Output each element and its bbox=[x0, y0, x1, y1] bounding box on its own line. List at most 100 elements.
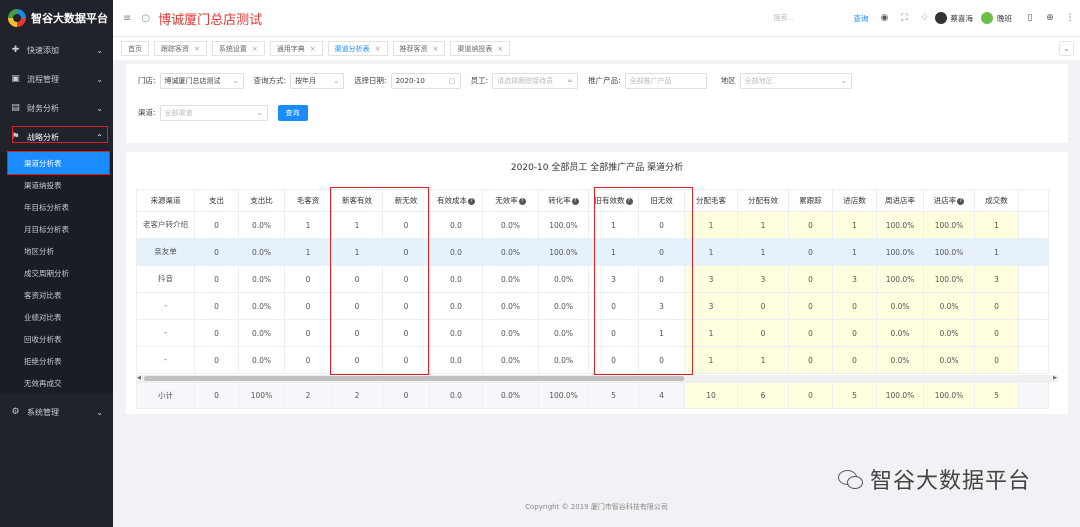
summary-cell: 100% bbox=[238, 382, 285, 409]
scroll-right-icon[interactable]: ▶ bbox=[1053, 375, 1057, 381]
table-cell-overflow bbox=[1018, 211, 1049, 239]
column-header: 支出比 bbox=[238, 189, 285, 212]
scrollbar-thumb[interactable] bbox=[144, 376, 684, 381]
chevron-down-icon[interactable]: ⌄ bbox=[1059, 41, 1074, 56]
sidebar-item-system[interactable]: ⚙ 系统管理 ⌄ bbox=[0, 398, 113, 427]
help-icon[interactable]: ? bbox=[957, 197, 965, 205]
summary-cell: 5 bbox=[588, 382, 639, 409]
summary-cell: 0 bbox=[382, 382, 430, 409]
sidebar-item-finance[interactable]: ▤ 财务分析 ⌄ bbox=[0, 94, 113, 123]
search-button[interactable]: 查询 bbox=[854, 13, 869, 24]
close-icon[interactable]: × bbox=[194, 45, 200, 53]
location-icon[interactable]: ◉ bbox=[875, 13, 895, 23]
table-row[interactable]: -0 0.0% 0 0 0 0.0 0.0% 0.0% 0 3 3 0 0 0 0.0% 0.0% 0 bbox=[136, 292, 1049, 320]
shift-avatar bbox=[981, 12, 993, 24]
sidebar-subitem[interactable]: 渠道纳投表 bbox=[0, 174, 113, 196]
mode-select[interactable]: 按年月 ⌄ bbox=[290, 72, 345, 89]
table-row[interactable]: 亲友单 0 0.0% 1 1 0 0.0 0.0% 100.0% 1 0 1 1 0 1 100.0% 100.… bbox=[136, 238, 1049, 266]
sidebar-subitem[interactable]: 月目标分析表 bbox=[0, 218, 113, 240]
table-cell: - bbox=[136, 346, 195, 374]
globe-icon[interactable]: ⊕ bbox=[1040, 13, 1060, 23]
fullscreen-icon[interactable]: ⛶ bbox=[895, 13, 915, 23]
table-cell-overflow bbox=[1018, 319, 1049, 347]
close-icon[interactable]: × bbox=[433, 45, 439, 53]
table-cell: 1 bbox=[832, 211, 877, 239]
avatar[interactable] bbox=[934, 12, 947, 24]
table-cell: 100.0% bbox=[923, 238, 975, 266]
table-cell: 抖音 bbox=[136, 265, 195, 293]
sidebar-subitem[interactable]: 地区分析 bbox=[0, 240, 113, 262]
close-icon[interactable]: × bbox=[497, 45, 503, 53]
shift-name[interactable]: 晚班 bbox=[997, 13, 1012, 24]
table-row[interactable]: 老客户转介绍 0 0.0% 1 1 0 0.0 0.0% 100.0% 1 0 1 1 0 1 100.0% 1… bbox=[136, 211, 1049, 239]
table-cell: 0.0% bbox=[538, 319, 589, 347]
table-cell: 100.0% bbox=[538, 238, 589, 266]
close-icon[interactable]: × bbox=[375, 45, 381, 53]
close-icon[interactable]: × bbox=[252, 45, 258, 53]
tab-home[interactable]: 首页 bbox=[121, 41, 149, 56]
bell-icon[interactable]: ♢ bbox=[915, 13, 935, 23]
sidebar-subitem[interactable]: 客资对比表 bbox=[0, 284, 113, 306]
chart-icon: ▤ bbox=[11, 103, 20, 113]
tab-tracking[interactable]: 跟踪客资 × bbox=[154, 41, 207, 56]
table-row[interactable]: -0 0.0% 0 0 0 0.0 0.0% 0.0% 0 0 1 1 0 0 0.0% 0.0% 0 bbox=[136, 346, 1049, 374]
table-cell: 0 bbox=[194, 265, 239, 293]
summary-cell: 5 bbox=[974, 382, 1019, 409]
sidebar-subitem[interactable]: 业绩对比表 bbox=[0, 306, 113, 328]
refresh-icon[interactable]: ○ bbox=[141, 13, 150, 24]
query-button[interactable]: 查询 bbox=[277, 104, 308, 121]
table-cell: 1 bbox=[832, 238, 877, 266]
column-header-label: 周进店率 bbox=[885, 196, 915, 205]
close-icon[interactable]: × bbox=[310, 45, 316, 53]
mobile-icon[interactable]: ▯ bbox=[1020, 13, 1040, 23]
channel-select[interactable]: 全部渠道 ⌄ bbox=[159, 104, 268, 121]
highlight-box bbox=[12, 126, 108, 143]
sidebar-item-quick-add[interactable]: ✚ 快速添加 ⌄ bbox=[0, 36, 113, 65]
summary-cell: 4 bbox=[638, 382, 685, 409]
more-icon[interactable]: ⋮ bbox=[1060, 13, 1080, 23]
tab-settings[interactable]: 系统设置 × bbox=[211, 41, 265, 56]
tab-channel-analysis[interactable]: 渠道分析表 × bbox=[327, 41, 388, 56]
sidebar-subitem[interactable]: 无效再成交 bbox=[0, 372, 113, 394]
horizontal-scrollbar[interactable]: ◀ ▶ bbox=[136, 375, 1058, 382]
sidebar-subitem-channel-analysis[interactable]: 渠道分析表 bbox=[7, 151, 110, 175]
page-title: 博诚厦门总店测试 bbox=[158, 12, 263, 28]
sidebar-subitem[interactable]: 年目标分析表 bbox=[0, 196, 113, 218]
table-cell: 0 bbox=[737, 319, 789, 347]
table-cell-overflow bbox=[1018, 346, 1049, 374]
help-icon[interactable]: ? bbox=[468, 197, 475, 205]
sidebar-subitem[interactable]: 回收分析表 bbox=[0, 328, 113, 350]
tab-recommend[interactable]: 推荐客资 × bbox=[392, 41, 446, 56]
sidebar-subitem[interactable]: 拒绝分析表 bbox=[0, 350, 113, 372]
staff-label: 员工: bbox=[470, 76, 489, 85]
column-header: 进店数 bbox=[832, 189, 877, 212]
chevron-down-icon: ⌄ bbox=[96, 46, 103, 55]
table-cell: 0.0% bbox=[923, 319, 975, 347]
scroll-left-icon[interactable]: ◀ bbox=[137, 375, 141, 381]
table-cell: 0 bbox=[788, 319, 833, 347]
summary-cell: 0.0% bbox=[482, 382, 539, 409]
date-picker[interactable]: 2020-10 ▢ bbox=[390, 72, 461, 89]
tab-dictionary[interactable]: 通用字典 × bbox=[269, 41, 323, 56]
help-icon[interactable]: ? bbox=[571, 197, 579, 205]
sidebar: 智谷大数据平台 ✚ 快速添加 ⌄ ▣ 流程管理 ⌄ ▤ 财务分析 ⌄ ⚑ 战略分… bbox=[0, 0, 113, 527]
table-row[interactable]: -0 0.0% 0 0 0 0.0 0.0% 0.0% 0 1 1 0 0 0 0.0% 0.0% 0 bbox=[136, 319, 1049, 347]
region-select[interactable]: 全部地区 ⌄ bbox=[739, 72, 852, 89]
staff-select[interactable]: 请选择跟踪接待员 ∞ bbox=[492, 72, 579, 89]
summary-cell: 0 bbox=[194, 382, 239, 409]
product-select[interactable]: 全部推广产品 bbox=[624, 72, 707, 89]
product-placeholder: 全部推广产品 bbox=[629, 76, 672, 85]
search-input[interactable]: 搜索... bbox=[774, 13, 854, 23]
table-cell: 0.0% bbox=[482, 238, 539, 266]
tab-label: 渠道分析表 bbox=[334, 44, 370, 53]
sidebar-item-process[interactable]: ▣ 流程管理 ⌄ bbox=[0, 65, 113, 94]
sidebar-subitem[interactable]: 成交周期分析 bbox=[0, 262, 113, 284]
user-name[interactable]: 蔡喜海 bbox=[951, 13, 974, 24]
tab-channel-invest[interactable]: 渠道纳投表 × bbox=[450, 41, 511, 56]
table-row[interactable]: 抖音 0 0.0% 0 0 0 0.0 0.0% 0.0% 3 0 3 3 0 3 100.0% 100.0% 3 bbox=[136, 265, 1049, 293]
table-cell: 0 bbox=[194, 292, 239, 320]
menu-toggle-icon[interactable]: ≡ bbox=[123, 13, 131, 24]
help-icon[interactable]: ? bbox=[518, 197, 526, 205]
table-cell: 0 bbox=[284, 265, 332, 293]
store-select[interactable]: 博诚厦门总店测试 ⌄ bbox=[159, 72, 244, 89]
